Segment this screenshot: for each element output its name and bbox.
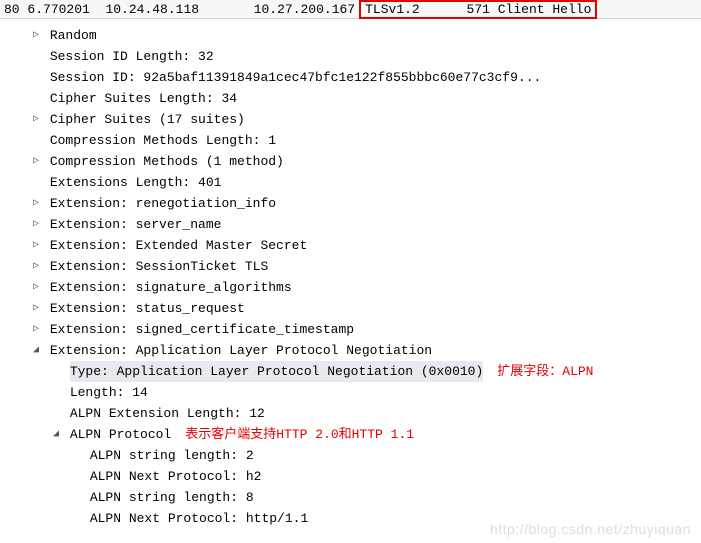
expand-icon[interactable]: ▷ (30, 151, 42, 172)
tree-row-label: ALPN string length: 2 (90, 445, 254, 466)
tree-row-label: ALPN string length: 8 (90, 487, 254, 508)
expand-icon[interactable]: ▷ (30, 319, 42, 340)
tree-row[interactable]: ALPN Extension Length: 12 (0, 403, 701, 424)
tree-row-label: Extension: Application Layer Protocol Ne… (50, 340, 432, 361)
tree-row-label: Extension: SessionTicket TLS (50, 256, 268, 277)
tree-row-label: Session ID: 92a5baf11391849a1cec47bfc1e1… (50, 67, 541, 88)
tree-row[interactable]: ◢ ALPN Protocol 表示客户端支持HTTP 2.0和HTTP 1.1 (0, 424, 701, 445)
tree-row-label: Extension: status_request (50, 298, 245, 319)
tree-row-label: Type: Application Layer Protocol Negotia… (70, 361, 483, 382)
collapse-icon[interactable]: ◢ (30, 340, 42, 361)
tree-row-label: Session ID Length: 32 (50, 46, 214, 67)
tree-row-label: Extensions Length: 401 (50, 172, 222, 193)
tree-row[interactable]: Session ID Length: 32 (0, 46, 701, 67)
tree-row-label: ALPN Next Protocol: http/1.1 (90, 508, 308, 529)
tree-row-label: Extension: Extended Master Secret (50, 235, 307, 256)
tree-row[interactable]: Length: 14 (0, 382, 701, 403)
tree-row[interactable]: ▷ Extension: signature_algorithms (0, 277, 701, 298)
tree-row[interactable]: ▷ Cipher Suites (17 suites) (0, 109, 701, 130)
expand-icon[interactable]: ▷ (30, 214, 42, 235)
packet-no: 80 (4, 2, 20, 17)
tree-row-label: Compression Methods Length: 1 (50, 130, 276, 151)
packet-dst: 10.27.200.167 (254, 2, 355, 17)
tree-row-label: Length: 14 (70, 382, 148, 403)
tree-row[interactable]: Extensions Length: 401 (0, 172, 701, 193)
tree-row[interactable]: ALPN Next Protocol: h2 (0, 466, 701, 487)
tree-row-label: ALPN Next Protocol: h2 (90, 466, 262, 487)
packet-details-tree: ▷ Random Session ID Length: 32 Session I… (0, 19, 701, 529)
expand-icon[interactable]: ▷ (30, 109, 42, 130)
packet-len: 571 (467, 2, 490, 17)
collapse-icon[interactable]: ◢ (50, 424, 62, 445)
tree-row[interactable]: Cipher Suites Length: 34 (0, 88, 701, 109)
tree-row[interactable]: Type: Application Layer Protocol Negotia… (0, 361, 701, 382)
tree-row-label: Extension: renegotiation_info (50, 193, 276, 214)
tree-row[interactable]: ▷ Extension: signed_certificate_timestam… (0, 319, 701, 340)
tree-row[interactable]: ▷ Extension: status_request (0, 298, 701, 319)
packet-time: 6.770201 (27, 2, 89, 17)
tree-row[interactable]: ◢ Extension: Application Layer Protocol … (0, 340, 701, 361)
tree-row-label: Cipher Suites (17 suites) (50, 109, 245, 130)
expand-icon[interactable]: ▷ (30, 277, 42, 298)
tree-row[interactable]: ▷ Extension: server_name (0, 214, 701, 235)
tree-row-label: Extension: signed_certificate_timestamp (50, 319, 354, 340)
tree-row[interactable]: Compression Methods Length: 1 (0, 130, 701, 151)
tree-row[interactable]: ALPN Next Protocol: http/1.1 (0, 508, 701, 529)
expand-icon[interactable]: ▷ (30, 193, 42, 214)
tree-row[interactable]: ALPN string length: 2 (0, 445, 701, 466)
tree-row-label: Extension: signature_algorithms (50, 277, 292, 298)
tree-row[interactable]: ▷ Extension: Extended Master Secret (0, 235, 701, 256)
expand-icon[interactable]: ▷ (30, 235, 42, 256)
tree-row[interactable]: ▷ Random (0, 25, 701, 46)
expand-icon[interactable]: ▷ (30, 256, 42, 277)
tree-row-label: Compression Methods (1 method) (50, 151, 284, 172)
tree-row[interactable]: ▷ Compression Methods (1 method) (0, 151, 701, 172)
tree-row-label: ALPN Protocol (70, 424, 171, 445)
annotation-text: 扩展字段：ALPN (497, 361, 593, 382)
tree-row[interactable]: ▷ Extension: renegotiation_info (0, 193, 701, 214)
tree-row-label: Cipher Suites Length: 34 (50, 88, 237, 109)
tree-row[interactable]: ▷ Extension: SessionTicket TLS (0, 256, 701, 277)
expand-icon[interactable]: ▷ (30, 298, 42, 319)
tree-row-label: Random (50, 25, 97, 46)
packet-info: Client Hello (498, 2, 592, 17)
tree-row-label: ALPN Extension Length: 12 (70, 403, 265, 424)
annotation-text: 表示客户端支持HTTP 2.0和HTTP 1.1 (185, 424, 414, 445)
packet-src: 10.24.48.118 (105, 2, 199, 17)
packet-highlight-box: TLSv1.2 571 Client Hello (359, 0, 597, 19)
packet-proto: TLSv1.2 (365, 2, 420, 17)
tree-row[interactable]: ALPN string length: 8 (0, 487, 701, 508)
packet-summary-row[interactable]: 80 6.770201 10.24.48.118 10.27.200.167 T… (0, 0, 701, 19)
expand-icon[interactable]: ▷ (30, 25, 42, 46)
tree-row[interactable]: Session ID: 92a5baf11391849a1cec47bfc1e1… (0, 67, 701, 88)
tree-row-label: Extension: server_name (50, 214, 222, 235)
